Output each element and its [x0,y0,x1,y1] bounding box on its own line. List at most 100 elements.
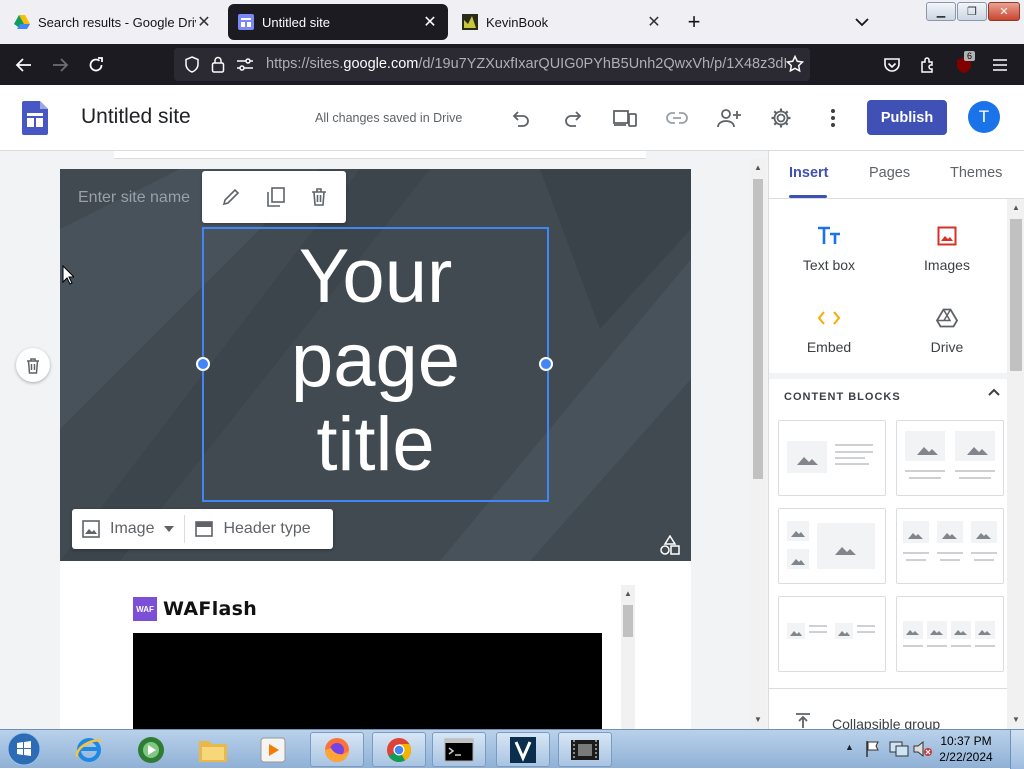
volume-muted-icon[interactable] [913,740,933,758]
insert-images[interactable]: Images [887,221,1007,273]
action-center-flag-icon[interactable] [865,740,881,758]
header-type-button[interactable]: Header type [185,509,320,549]
share-add-person-icon[interactable] [710,99,748,137]
pocket-icon[interactable] [875,44,909,85]
chrome-icon[interactable] [372,732,426,767]
media-center-icon[interactable] [124,732,178,767]
scroll-thumb[interactable] [1010,219,1022,371]
preview-devices-icon[interactable] [606,99,644,137]
site-name-input[interactable]: Enter site name [78,189,190,207]
collapse-chevron-up-icon[interactable] [987,387,1001,397]
scroll-down-arrow-icon[interactable]: ▼ [1012,715,1020,724]
copy-link-icon[interactable] [658,99,696,137]
command-prompt-icon[interactable] [432,732,486,767]
bookmark-star-icon[interactable] [786,55,804,73]
content-block-layout-2[interactable] [896,420,1004,496]
vegas-icon[interactable] [496,732,550,767]
embedded-video[interactable] [133,633,602,729]
ublock-extension-icon[interactable]: 6 [947,44,981,85]
divider [769,688,1009,689]
tab-untitled-site[interactable]: Untitled site ✕ [228,4,448,40]
tab-themes[interactable]: Themes [950,165,1002,181]
reload-icon[interactable] [79,44,113,85]
scroll-thumb[interactable] [623,605,633,637]
undo-icon[interactable] [502,99,540,137]
tab-title: Search results - Google Drive [38,14,196,30]
tab-kevinbook[interactable]: KevinBook ✕ [452,4,672,40]
delete-trash-icon[interactable] [311,187,327,207]
content-block-layout-1[interactable] [778,420,886,496]
resize-handle-right[interactable] [539,357,553,371]
header-type-label: Header type [223,520,311,537]
site-permissions-icon[interactable] [236,57,254,72]
media-player-icon[interactable] [246,732,300,767]
tab-pages[interactable]: Pages [869,165,910,181]
scroll-thumb[interactable] [753,179,763,479]
panel-scrollbar[interactable]: ▲ ▼ [1007,199,1024,729]
insert-drive[interactable]: Drive [887,303,1007,355]
insert-embed[interactable]: Embed [769,303,889,355]
network-icon[interactable] [889,740,909,758]
resize-handle-left[interactable] [196,357,210,371]
change-image-button[interactable]: Image [72,509,184,549]
extensions-puzzle-icon[interactable] [911,44,945,85]
insert-label: Images [924,257,970,273]
delete-section-button[interactable] [16,348,50,382]
account-avatar[interactable]: T [968,101,1000,133]
hamburger-menu-icon[interactable] [983,44,1017,85]
side-panel: Insert Pages Themes Text box Images Embe… [768,151,1024,729]
restore-window-button[interactable]: ❐ [957,2,987,21]
scroll-up-arrow-icon[interactable]: ▲ [754,163,762,172]
system-clock[interactable]: 10:37 PM 2/22/2024 [938,733,994,765]
insert-label: Text box [802,257,856,273]
page-title-textbox[interactable]: Your page title [202,227,549,502]
new-tab-button[interactable]: + [682,9,706,34]
minimize-window-button[interactable]: ▁ [926,2,956,21]
scroll-up-arrow-icon[interactable]: ▲ [624,589,632,598]
close-tab-icon[interactable]: ✕ [422,14,438,31]
tab-insert[interactable]: Insert [789,165,829,181]
insert-text-box[interactable]: Text box [769,221,889,273]
shapes-icon[interactable] [660,535,680,555]
tracking-shield-icon[interactable] [184,56,200,73]
start-orb-icon[interactable] [4,731,44,767]
editor-scrollbar[interactable]: ▲ ▼ [750,159,766,729]
page-title[interactable]: Your page title [204,235,547,487]
collapsible-group-icon [795,713,811,729]
content-block-layout-5[interactable] [778,596,886,672]
url-text[interactable]: https://sites.google.com/d/19u7YZXuxfIxa… [266,48,786,81]
tab-list-chevron-down-icon[interactable] [852,12,872,32]
firefox-icon[interactable] [310,732,364,767]
tab-google-drive[interactable]: Search results - Google Drive ✕ [4,4,222,40]
header-section[interactable]: Enter site name Your page title Image He… [60,169,691,561]
internet-explorer-icon[interactable] [62,732,116,767]
lock-icon[interactable] [211,56,225,73]
content-section[interactable]: WAF WAFlash ▲ [60,561,691,729]
url-bar[interactable]: https://sites.google.com/d/19u7YZXuxfIxa… [174,48,810,81]
video-editor-icon[interactable] [558,732,612,767]
redo-icon[interactable] [554,99,592,137]
forward-arrow-icon[interactable] [43,44,77,85]
edit-pencil-icon[interactable] [221,187,241,207]
scroll-up-arrow-icon[interactable]: ▲ [1012,203,1020,212]
back-arrow-icon[interactable] [7,44,41,85]
duplicate-icon[interactable] [267,187,285,207]
insert-collapsible-group[interactable]: Collapsible group [832,716,940,729]
publish-button[interactable]: Publish [867,100,947,135]
show-desktop-button[interactable] [1010,730,1024,769]
content-block-layout-3[interactable] [778,508,886,584]
content-block-layout-6[interactable] [896,596,1004,672]
file-explorer-icon[interactable] [186,732,240,767]
close-window-button[interactable]: ✕ [988,2,1020,21]
close-tab-icon[interactable]: ✕ [196,14,212,31]
site-title[interactable]: Untitled site [81,105,191,129]
scroll-down-arrow-icon[interactable]: ▼ [754,715,762,724]
settings-gear-icon[interactable] [762,99,800,137]
show-hidden-icons-chevron-up-icon[interactable]: ▲ [845,742,854,752]
embed-scrollbar[interactable]: ▲ [621,585,635,729]
save-status: All changes saved in Drive [315,111,463,125]
more-vertical-icon[interactable] [814,99,852,137]
close-tab-icon[interactable]: ✕ [646,14,662,31]
content-block-layout-4[interactable] [896,508,1004,584]
google-sites-logo-icon[interactable] [22,101,48,135]
